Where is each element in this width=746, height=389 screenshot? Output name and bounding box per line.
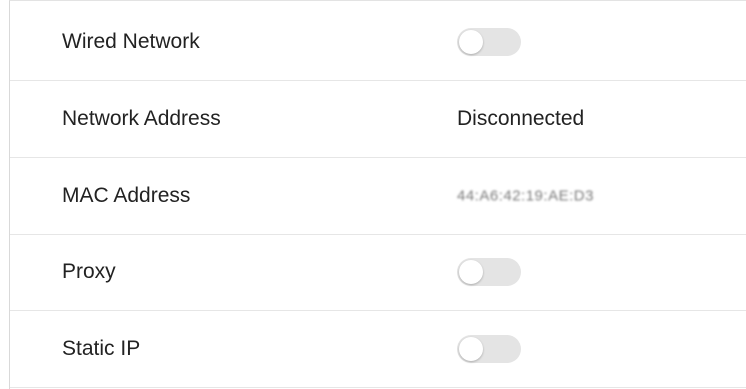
proxy-row: Proxy [10, 234, 746, 311]
wired-network-toggle[interactable] [457, 28, 521, 56]
network-settings-panel: Wired Network Network Address Disconnect… [9, 0, 746, 389]
network-address-row: Network Address Disconnected [10, 81, 746, 158]
toggle-knob [459, 30, 483, 54]
static-ip-row: Static IP [10, 311, 746, 388]
proxy-toggle[interactable] [457, 258, 521, 286]
static-ip-label: Static IP [62, 337, 141, 360]
proxy-label: Proxy [62, 260, 116, 283]
network-address-value: Disconnected [457, 107, 585, 130]
wired-network-row: Wired Network [10, 4, 746, 81]
toggle-knob [459, 337, 483, 361]
static-ip-toggle[interactable] [457, 335, 521, 363]
toggle-knob [459, 260, 483, 284]
mac-address-value: 44:A6:42:19:AE:D3 [457, 187, 594, 205]
mac-address-label: MAC Address [62, 184, 191, 207]
network-address-label: Network Address [62, 107, 221, 130]
wired-network-label: Wired Network [62, 30, 200, 53]
mac-address-row: MAC Address 44:A6:42:19:AE:D3 [10, 158, 746, 235]
